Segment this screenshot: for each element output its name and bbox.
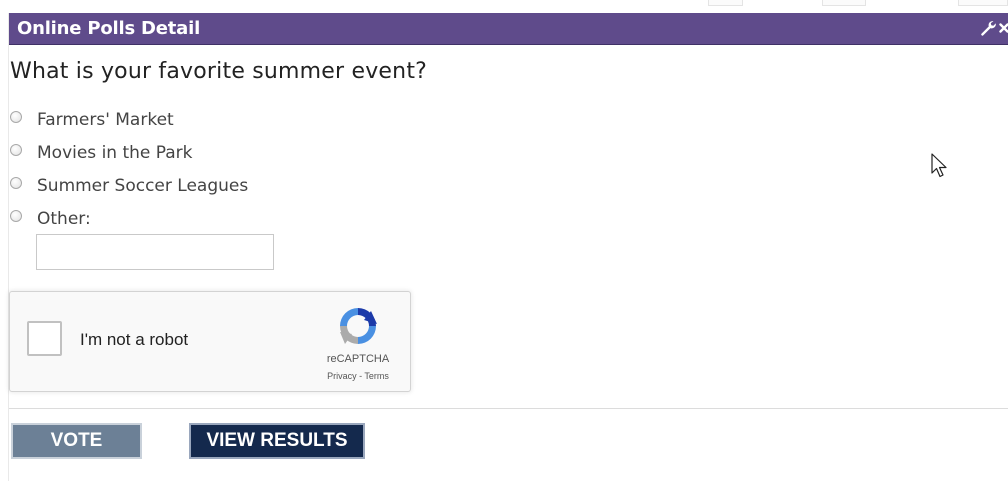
option-label: Summer Soccer Leagues bbox=[37, 176, 249, 196]
partial-control bbox=[958, 0, 1008, 6]
recaptcha-logo-icon bbox=[340, 308, 377, 344]
option-farmers-market[interactable]: Farmers' Market bbox=[9, 108, 174, 132]
radio-button[interactable] bbox=[10, 177, 22, 189]
view-results-button[interactable]: VIEW RESULTS bbox=[189, 423, 365, 459]
mouse-cursor-icon bbox=[931, 153, 947, 178]
partial-control bbox=[708, 0, 743, 6]
recaptcha-label: I'm not a robot bbox=[80, 330, 189, 349]
wrench-icon[interactable] bbox=[980, 20, 996, 40]
recaptcha-checkbox[interactable] bbox=[27, 321, 62, 356]
recaptcha-privacy-terms[interactable]: Privacy - Terms bbox=[310, 371, 406, 381]
radio-button[interactable] bbox=[10, 111, 22, 123]
widget-title: Online Polls Detail bbox=[17, 18, 201, 39]
option-label: Movies in the Park bbox=[37, 143, 193, 163]
vote-button[interactable]: VOTE bbox=[11, 423, 142, 459]
radio-button[interactable] bbox=[10, 210, 22, 222]
recaptcha-widget: I'm not a robot reCAPTCHA Privacy - Term… bbox=[9, 291, 411, 392]
partial-control bbox=[822, 0, 866, 6]
widget-tools bbox=[980, 20, 1008, 40]
poll-question: What is your favorite summer event? bbox=[10, 59, 428, 84]
option-summer-soccer-leagues[interactable]: Summer Soccer Leagues bbox=[9, 174, 248, 198]
radio-button[interactable] bbox=[10, 144, 22, 156]
divider bbox=[9, 408, 1008, 409]
close-icon[interactable] bbox=[999, 20, 1008, 40]
poll-widget: Online Polls Detail What is your favorit… bbox=[8, 13, 1008, 481]
top-strip bbox=[0, 0, 1008, 13]
recaptcha-brand: reCAPTCHA bbox=[326, 353, 390, 365]
widget-titlebar: Online Polls Detail bbox=[9, 13, 1008, 45]
option-label: Farmers' Market bbox=[37, 110, 174, 130]
other-text-input[interactable] bbox=[36, 234, 274, 270]
option-label: Other: bbox=[37, 209, 91, 229]
option-other[interactable]: Other: bbox=[9, 207, 91, 231]
option-movies-in-the-park[interactable]: Movies in the Park bbox=[9, 141, 193, 165]
